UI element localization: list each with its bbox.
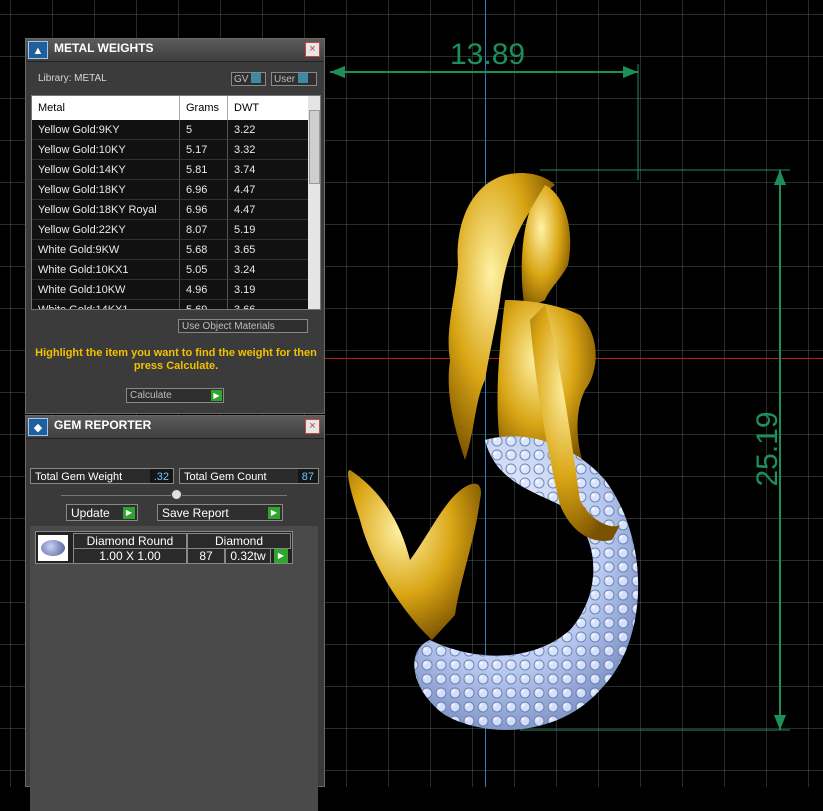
cell-metal: White Gold:10KW xyxy=(32,279,180,300)
cell-metal: Yellow Gold:10KY xyxy=(32,139,180,160)
arrow-icon: ▶ xyxy=(268,507,280,519)
calculate-button[interactable]: Calculate ▶ xyxy=(126,388,224,403)
metal-weights-panel: ▲ METAL WEIGHTS × Library: METAL GV User… xyxy=(25,38,325,414)
column-header-metal[interactable]: Metal xyxy=(32,96,180,120)
user-label: User xyxy=(274,74,296,85)
gem-reporter-title: GEM REPORTER xyxy=(54,418,152,432)
cell-grams: 5.69 xyxy=(179,299,228,309)
cell-grams: 6.96 xyxy=(179,199,228,220)
total-gem-count-label: Total Gem Count xyxy=(184,471,267,483)
cell-dwt: 3.22 xyxy=(227,120,309,140)
table-row[interactable]: White Gold:10KX1 5.05 3.24 xyxy=(32,259,309,280)
gold-logo-icon: ▲ xyxy=(28,41,48,59)
cell-grams: 5.81 xyxy=(179,159,228,180)
total-gem-weight-field: Total Gem Weight .32 xyxy=(30,468,174,484)
cell-grams: 5.17 xyxy=(179,139,228,160)
table-row[interactable]: Yellow Gold:18KY Royal 6.96 4.47 xyxy=(32,199,309,220)
scrollbar-thumb[interactable] xyxy=(309,110,320,184)
gv-toggle[interactable]: GV xyxy=(231,72,266,86)
gem-count: 87 xyxy=(187,548,225,564)
splitter-handle[interactable] xyxy=(171,489,182,500)
library-label: Library: METAL xyxy=(38,73,107,84)
column-header-grams[interactable]: Grams xyxy=(179,96,228,120)
update-label: Update xyxy=(71,506,110,520)
gem-reporter-titlebar[interactable]: ◆ GEM REPORTER × xyxy=(26,416,324,439)
metal-weights-titlebar[interactable]: ▲ METAL WEIGHTS × xyxy=(26,39,324,62)
cell-dwt: 3.65 xyxy=(227,239,309,260)
cell-grams: 8.07 xyxy=(179,219,228,240)
cell-grams: 5 xyxy=(179,120,228,140)
total-gem-weight-label: Total Gem Weight xyxy=(35,471,123,483)
cell-metal: Yellow Gold:18KY xyxy=(32,179,180,200)
use-object-materials-label: Use Object Materials xyxy=(182,321,275,332)
cell-dwt: 3.24 xyxy=(227,259,309,280)
update-button[interactable]: Update ▶ xyxy=(66,504,138,521)
cell-grams: 5.68 xyxy=(179,239,228,260)
arrow-icon: ▶ xyxy=(211,390,222,401)
cell-metal: Yellow Gold:18KY Royal xyxy=(32,199,180,220)
gem-size: 1.00 X 1.00 xyxy=(73,548,187,564)
save-report-label: Save Report xyxy=(162,506,229,520)
table-row[interactable]: White Gold:14KX1 5.69 3.66 xyxy=(32,299,309,309)
cell-metal: White Gold:10KX1 xyxy=(32,259,180,280)
column-header-dwt[interactable]: DWT xyxy=(227,96,309,120)
cell-dwt: 3.74 xyxy=(227,159,309,180)
cell-dwt: 4.47 xyxy=(227,179,309,200)
diamond-gem-icon xyxy=(38,535,68,561)
table-row[interactable]: Yellow Gold:14KY 5.81 3.74 xyxy=(32,159,309,180)
cell-grams: 4.96 xyxy=(179,279,228,300)
cell-dwt: 3.32 xyxy=(227,139,309,160)
close-icon[interactable]: × xyxy=(305,419,320,434)
gem-reporter-panel: ◆ GEM REPORTER × Total Gem Weight .32 To… xyxy=(25,415,325,811)
metal-table[interactable]: Metal Grams DWT Yellow Gold:9KY 5 3.22 Yell… xyxy=(31,95,321,310)
cell-grams: 6.96 xyxy=(179,179,228,200)
gem-list: Diamond Round Diamond 1.00 X 1.00 87 0.3… xyxy=(30,526,318,811)
total-gem-count-value: 87 xyxy=(297,469,318,483)
user-toggle[interactable]: User xyxy=(271,72,317,86)
close-icon[interactable]: × xyxy=(305,42,320,57)
gem-logo-icon: ◆ xyxy=(28,418,48,436)
table-row[interactable]: White Gold:10KW 4.96 3.19 xyxy=(32,279,309,300)
cell-metal: Yellow Gold:22KY xyxy=(32,219,180,240)
table-row[interactable]: Yellow Gold:22KY 8.07 5.19 xyxy=(32,219,309,240)
cell-metal: Yellow Gold:9KY xyxy=(32,120,180,140)
cell-grams: 5.05 xyxy=(179,259,228,280)
cell-dwt: 4.47 xyxy=(227,199,309,220)
calculate-hint: Highlight the item you want to find the … xyxy=(35,347,317,372)
gv-label: GV xyxy=(234,74,249,85)
metal-table-scrollbar[interactable] xyxy=(308,96,320,309)
table-row[interactable]: White Gold:9KW 5.68 3.65 xyxy=(32,239,309,260)
arrow-icon: ▶ xyxy=(123,507,135,519)
cell-metal: White Gold:14KX1 xyxy=(32,299,180,309)
use-object-materials-toggle[interactable]: Use Object Materials xyxy=(178,319,308,333)
table-row[interactable]: Yellow Gold:18KY 6.96 4.47 xyxy=(32,179,309,200)
gem-weight: 0.32tw xyxy=(225,548,271,564)
total-gem-weight-value: .32 xyxy=(149,469,173,483)
cell-metal: White Gold:9KW xyxy=(32,239,180,260)
gem-reporter-body: Total Gem Weight .32 Total Gem Count 87 … xyxy=(26,439,324,811)
metal-weights-title: METAL WEIGHTS xyxy=(54,41,154,55)
save-report-button[interactable]: Save Report ▶ xyxy=(157,504,283,521)
cell-dwt: 3.19 xyxy=(227,279,309,300)
cell-metal: Yellow Gold:14KY xyxy=(32,159,180,180)
gem-shape: Diamond Round xyxy=(73,533,187,549)
gv-indicator-icon xyxy=(251,73,262,83)
cell-dwt: 3.66 xyxy=(227,299,309,309)
gem-detail-arrow-icon[interactable]: ▶ xyxy=(274,549,288,563)
table-row[interactable]: Yellow Gold:9KY 5 3.22 xyxy=(32,120,309,140)
cell-dwt: 5.19 xyxy=(227,219,309,240)
total-gem-count-field: Total Gem Count 87 xyxy=(179,468,319,484)
calculate-label: Calculate xyxy=(130,390,172,401)
table-row[interactable]: Yellow Gold:10KY 5.17 3.32 xyxy=(32,139,309,160)
user-indicator-icon xyxy=(298,73,309,83)
gem-material: Diamond xyxy=(187,533,291,549)
gem-list-item[interactable]: Diamond Round Diamond 1.00 X 1.00 87 0.3… xyxy=(35,531,293,564)
